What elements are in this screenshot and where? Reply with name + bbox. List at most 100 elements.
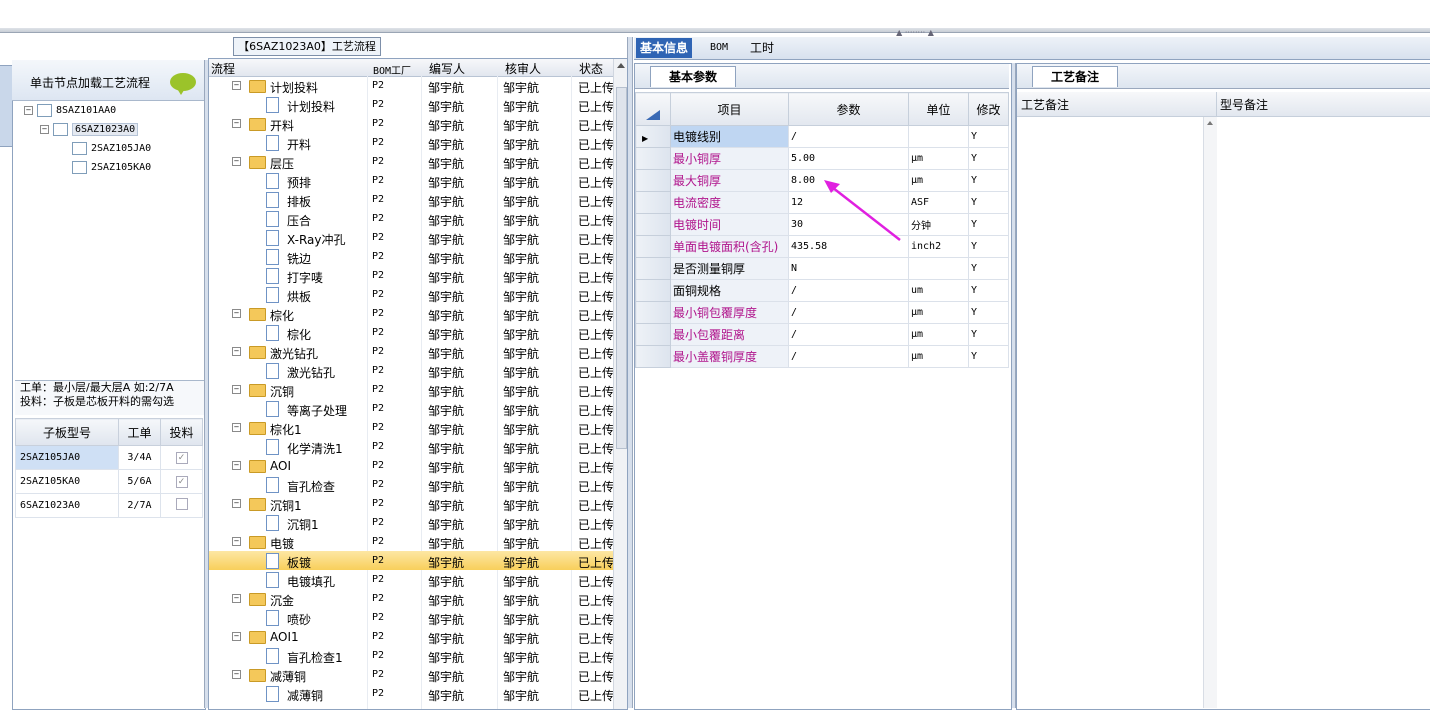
col-header-feed[interactable]: 投料 bbox=[160, 418, 203, 446]
collapse-icon[interactable]: − bbox=[24, 106, 33, 115]
cell-flow[interactable]: 板镀 bbox=[287, 554, 311, 571]
table-row[interactable]: 板镀 P2 邹宇航 邹宇航 已上传 bbox=[209, 551, 615, 570]
table-row[interactable]: 盲孔检查 P2 邹宇航 邹宇航 已上传 bbox=[209, 475, 615, 494]
cell-flow[interactable]: 沉铜 bbox=[270, 383, 294, 400]
cell-status[interactable]: 已上传 bbox=[578, 402, 614, 419]
table-row[interactable]: − 沉金 P2 邹宇航 邹宇航 已上传 bbox=[209, 589, 615, 608]
cell-status[interactable]: 已上传 bbox=[578, 459, 614, 476]
cell-flow[interactable]: 喷砂 bbox=[287, 611, 311, 628]
cell-unit[interactable]: inch2 bbox=[908, 235, 969, 258]
cell-plant[interactable]: P2 bbox=[372, 308, 384, 319]
cell-author[interactable]: 邹宇航 bbox=[428, 155, 464, 172]
tab-work-hours[interactable]: 工时 bbox=[746, 38, 778, 58]
cell-item[interactable]: 电流密度 bbox=[670, 191, 789, 214]
table-row[interactable]: − AOI P2 邹宇航 邹宇航 已上传 bbox=[209, 456, 615, 475]
table-row[interactable]: − 棕化1 P2 邹宇航 邹宇航 已上传 bbox=[209, 418, 615, 437]
cell-status[interactable]: 已上传 bbox=[578, 155, 614, 172]
cell-reviewer[interactable]: 邹宇航 bbox=[503, 231, 539, 248]
cell-status[interactable]: 已上传 bbox=[578, 79, 614, 96]
cell-modify[interactable]: Y bbox=[968, 169, 1009, 192]
cell-plant[interactable]: P2 bbox=[372, 384, 384, 395]
cell-flow[interactable]: 开料 bbox=[270, 117, 294, 134]
cell-plant[interactable]: P2 bbox=[372, 232, 384, 243]
cell-author[interactable]: 邹宇航 bbox=[428, 478, 464, 495]
col-header-value[interactable]: 参数 bbox=[788, 92, 909, 126]
cell-reviewer[interactable]: 邹宇航 bbox=[503, 383, 539, 400]
cell-reviewer[interactable]: 邹宇航 bbox=[503, 269, 539, 286]
table-row[interactable]: − 减薄铜 P2 邹宇航 邹宇航 已上传 bbox=[209, 665, 615, 684]
table-row[interactable]: 预排 P2 邹宇航 邹宇航 已上传 bbox=[209, 171, 615, 190]
cell-status[interactable]: 已上传 bbox=[578, 649, 614, 666]
col-header-flow[interactable]: 流程 bbox=[211, 60, 235, 77]
cell-unit[interactable]: ASF bbox=[908, 191, 969, 214]
table-row[interactable]: 化学清洗1 P2 邹宇航 邹宇航 已上传 bbox=[209, 437, 615, 456]
cell-modify[interactable]: Y bbox=[968, 235, 1009, 258]
cell-unit[interactable]: μm bbox=[908, 323, 969, 346]
cell-reviewer[interactable]: 邹宇航 bbox=[503, 155, 539, 172]
collapse-icon[interactable]: − bbox=[232, 499, 241, 508]
cell-reviewer[interactable]: 邹宇航 bbox=[503, 440, 539, 457]
collapse-icon[interactable]: − bbox=[232, 632, 241, 641]
tab-basic-params[interactable]: 基本参数 bbox=[650, 66, 736, 87]
cell-status[interactable]: 已上传 bbox=[578, 611, 614, 628]
collapse-icon[interactable]: − bbox=[232, 385, 241, 394]
cell-status[interactable]: 已上传 bbox=[578, 364, 614, 381]
cell-plant[interactable]: P2 bbox=[372, 574, 384, 585]
tab-basic-info[interactable]: 基本信息 bbox=[636, 38, 693, 58]
cell-item[interactable]: 是否测量铜厚 bbox=[670, 257, 789, 280]
cell-plant[interactable]: P2 bbox=[372, 555, 384, 566]
param-row[interactable]: 面铜规格 / um Y bbox=[635, 279, 1009, 302]
cell-status[interactable]: 已上传 bbox=[578, 668, 614, 685]
cell-author[interactable]: 邹宇航 bbox=[428, 250, 464, 267]
cell-flow[interactable]: AOI bbox=[270, 459, 291, 473]
cell-author[interactable]: 邹宇航 bbox=[428, 307, 464, 324]
cell-reviewer[interactable]: 邹宇航 bbox=[503, 288, 539, 305]
cell-order[interactable]: 5/6A bbox=[117, 469, 162, 494]
param-row[interactable]: ▶ 电镀线别 / Y bbox=[635, 125, 1009, 148]
table-row[interactable]: − 层压 P2 邹宇航 邹宇航 已上传 bbox=[209, 152, 615, 171]
cell-reviewer[interactable]: 邹宇航 bbox=[503, 687, 539, 704]
cell-author[interactable]: 邹宇航 bbox=[428, 611, 464, 628]
feed-checkbox[interactable]: ✓ bbox=[175, 451, 188, 464]
cell-plant[interactable]: P2 bbox=[372, 99, 384, 110]
row-header[interactable] bbox=[635, 191, 671, 214]
cell-unit[interactable]: μm bbox=[908, 147, 969, 170]
cell-reviewer[interactable]: 邹宇航 bbox=[503, 516, 539, 533]
cell-item[interactable]: 最小铜包覆厚度 bbox=[670, 301, 789, 324]
cell-plant[interactable]: P2 bbox=[372, 270, 384, 281]
cell-item[interactable]: 最小包覆距离 bbox=[670, 323, 789, 346]
cell-reviewer[interactable]: 邹宇航 bbox=[503, 212, 539, 229]
table-row[interactable]: − 沉铜 P2 邹宇航 邹宇航 已上传 bbox=[209, 380, 615, 399]
process-scrollbar[interactable] bbox=[613, 59, 627, 709]
col-header-model[interactable]: 子板型号 bbox=[15, 418, 119, 446]
collapse-icon[interactable]: − bbox=[232, 670, 241, 679]
cell-flow[interactable]: 预排 bbox=[287, 174, 311, 191]
table-row[interactable]: 排板 P2 邹宇航 邹宇航 已上传 bbox=[209, 190, 615, 209]
param-row[interactable]: 是否测量铜厚 N Y bbox=[635, 257, 1009, 280]
tree-node[interactable]: 2SAZ105JA0 bbox=[72, 142, 151, 155]
table-row[interactable]: 2SAZ105KA0 5/6A ✓ bbox=[15, 469, 203, 494]
feed-checkbox[interactable] bbox=[175, 498, 188, 510]
cell-model[interactable]: 6SAZ1023A0 bbox=[15, 493, 119, 518]
tab-process-remark[interactable]: 工艺备注 bbox=[1032, 66, 1118, 87]
cell-flow[interactable]: 计划投料 bbox=[287, 98, 335, 115]
cell-unit[interactable]: μm bbox=[908, 169, 969, 192]
cell-reviewer[interactable]: 邹宇航 bbox=[503, 174, 539, 191]
cell-author[interactable]: 邹宇航 bbox=[428, 535, 464, 552]
cell-author[interactable]: 邹宇航 bbox=[428, 421, 464, 438]
cell-plant[interactable]: P2 bbox=[372, 612, 384, 623]
cell-author[interactable]: 邹宇航 bbox=[428, 345, 464, 362]
cell-author[interactable]: 邹宇航 bbox=[428, 98, 464, 115]
collapse-icon[interactable]: − bbox=[232, 423, 241, 432]
cell-author[interactable]: 邹宇航 bbox=[428, 364, 464, 381]
row-header[interactable] bbox=[635, 301, 671, 324]
row-header[interactable] bbox=[635, 323, 671, 346]
cell-value[interactable]: / bbox=[788, 345, 909, 368]
row-header[interactable] bbox=[635, 257, 671, 280]
table-row[interactable]: 激光钻孔 P2 邹宇航 邹宇航 已上传 bbox=[209, 361, 615, 380]
remark-col-model[interactable]: 型号备注 bbox=[1220, 96, 1268, 113]
cell-reviewer[interactable]: 邹宇航 bbox=[503, 421, 539, 438]
cell-author[interactable]: 邹宇航 bbox=[428, 79, 464, 96]
cell-flow[interactable]: 盲孔检查 bbox=[287, 478, 335, 495]
cell-status[interactable]: 已上传 bbox=[578, 307, 614, 324]
